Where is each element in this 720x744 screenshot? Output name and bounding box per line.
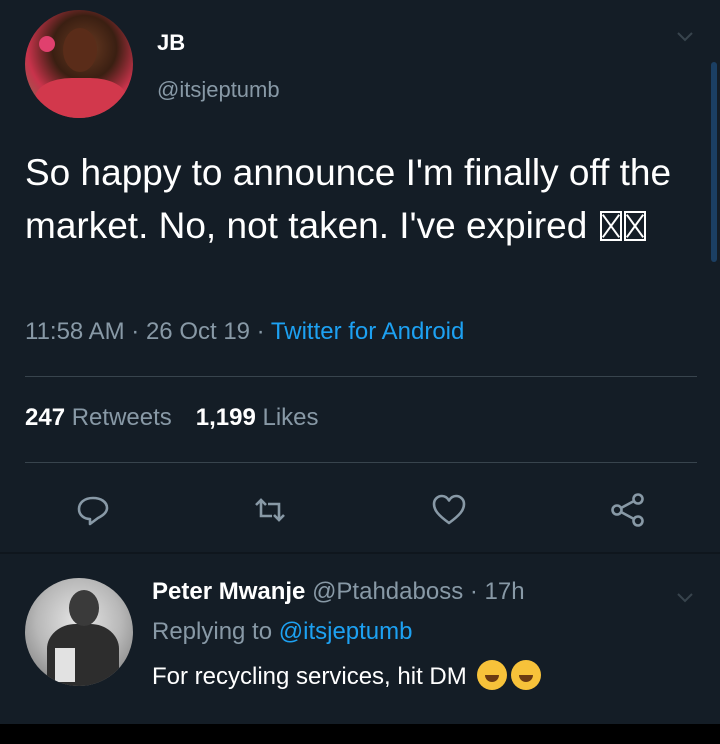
retweet-icon (255, 498, 285, 522)
tweet-meta: 11:58 AM · 26 Oct 19 · Twitter for Andro… (25, 318, 465, 345)
main-tweet: JB @itsjeptumb So happy to announce I'm … (0, 0, 720, 552)
tweet-time: 11:58 AM (25, 318, 125, 345)
missing-emoji-glyph-icon (623, 211, 646, 241)
missing-emoji-glyph-icon (599, 211, 622, 241)
tweet-separator (0, 552, 720, 554)
engagement-stats: 247 Retweets 1,199 Likes (25, 404, 319, 432)
author-handle[interactable]: @itsjeptumb (157, 77, 280, 103)
author-avatar[interactable] (25, 10, 133, 118)
reply-text-body: For recycling services, hit DM (152, 663, 467, 690)
author-name[interactable]: JB (157, 30, 185, 56)
share-icon (611, 493, 644, 527)
scrollbar[interactable] (711, 62, 717, 262)
reply-icon (77, 496, 109, 526)
tweet-date: 26 Oct 19 (145, 318, 251, 345)
reply-author-name[interactable]: Peter Mwanje (152, 578, 305, 605)
laughing-emoji-icon (477, 660, 508, 690)
likes-stat[interactable]: 1,199 Likes (196, 404, 319, 431)
reply-text: For recycling services, hit DM (152, 660, 542, 691)
replying-to-handle-link[interactable]: @itsjeptumb (279, 618, 413, 645)
share-button[interactable] (608, 490, 648, 530)
reply-author-avatar[interactable] (25, 578, 133, 686)
tweet-text-body: So happy to announce I'm finally off the… (25, 152, 682, 246)
laughing-emoji-icon (511, 660, 542, 690)
tweet-text: So happy to announce I'm finally off the… (25, 146, 685, 252)
divider (25, 376, 697, 377)
chevron-down-icon[interactable] (676, 31, 694, 43)
like-button[interactable] (429, 490, 469, 530)
like-heart-icon (432, 494, 466, 525)
reply-header: Peter Mwanje @Ptahdaboss · 17h (152, 578, 525, 605)
divider (25, 462, 697, 463)
reply-tweet[interactable]: Peter Mwanje @Ptahdaboss · 17h Replying … (0, 556, 720, 724)
replying-to: Replying to @itsjeptumb (152, 618, 413, 645)
bottom-bar (0, 724, 720, 744)
retweet-button[interactable] (250, 490, 290, 530)
tweet-source-link[interactable]: Twitter for Android (271, 318, 464, 345)
reply-author-handle[interactable]: @Ptahdaboss (312, 578, 463, 605)
retweets-stat[interactable]: 247 Retweets (25, 404, 172, 431)
reply-button[interactable] (73, 490, 113, 530)
chevron-down-icon[interactable] (676, 592, 694, 604)
reply-time: 17h (484, 578, 525, 605)
